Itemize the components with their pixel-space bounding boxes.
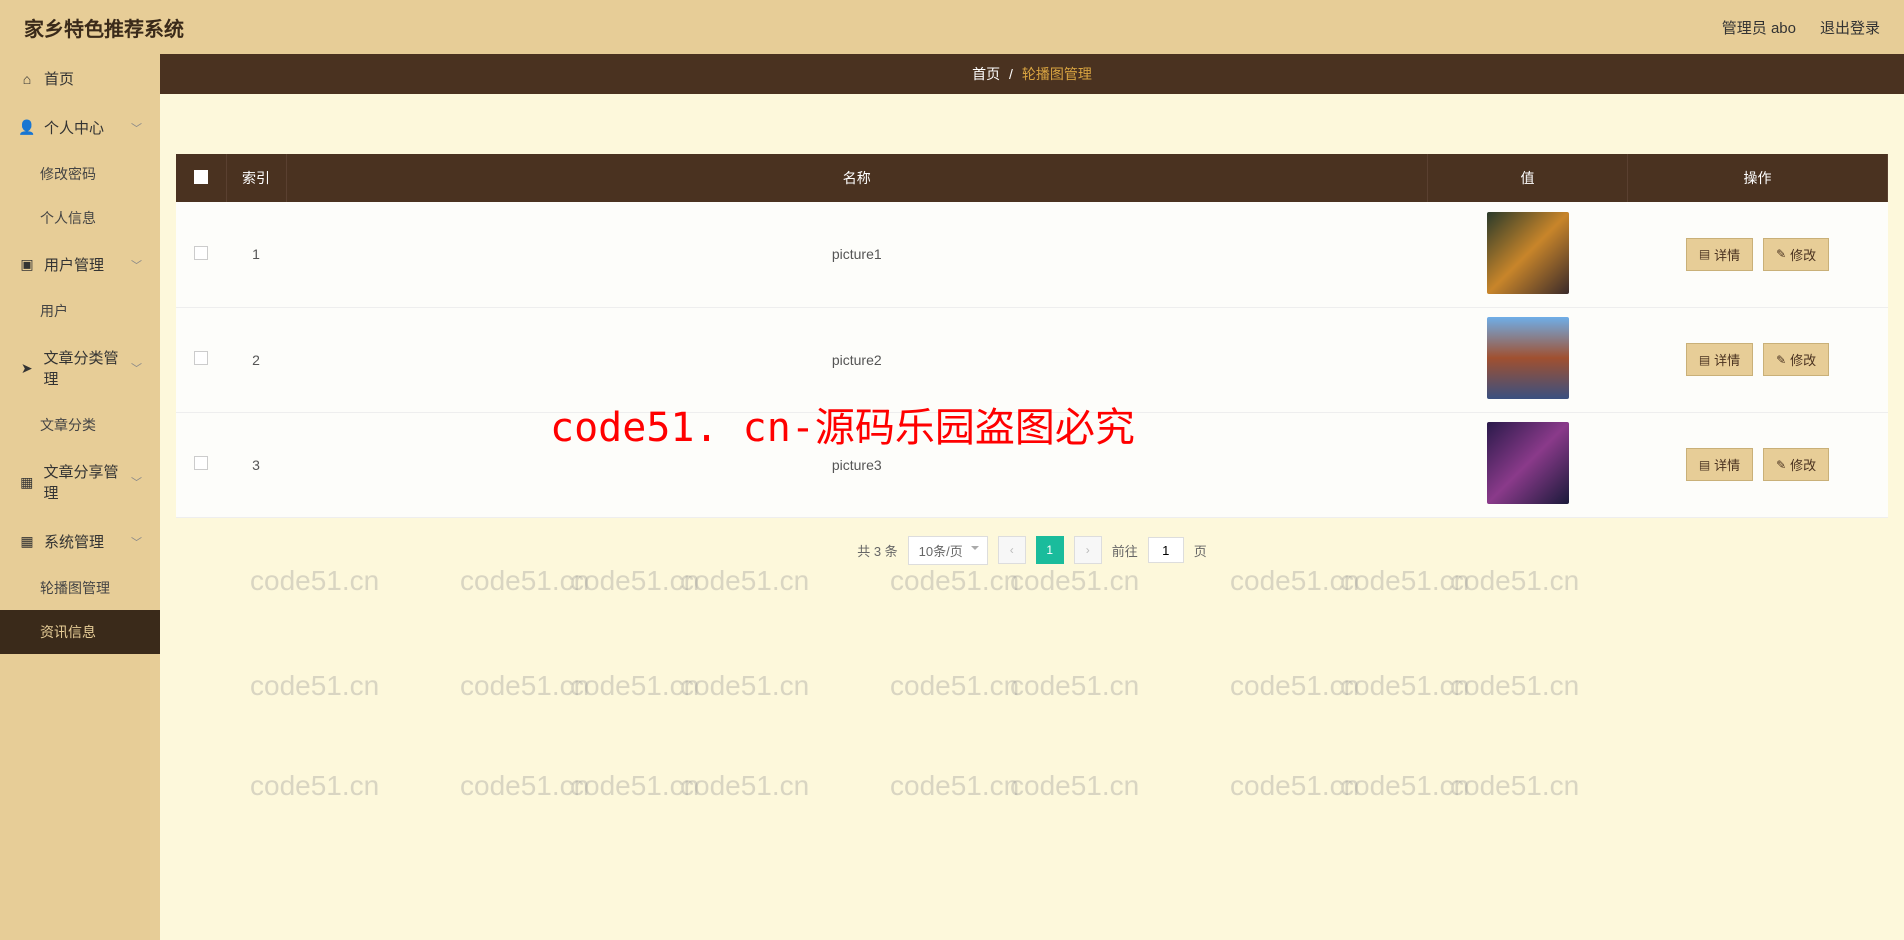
cell-index: 3 (226, 412, 286, 517)
next-page-button[interactable]: › (1074, 536, 1102, 564)
main-content: 首页 / 轮播图管理 索引 名称 值 操作 1 picture1 (160, 54, 1904, 940)
sidebar-item-label: 文章分享管理 (44, 461, 132, 503)
sidebar-sub-item[interactable]: 个人信息 (0, 196, 160, 240)
detail-button[interactable]: ▤详情 (1686, 343, 1753, 376)
chevron-down-icon: ﹀ (131, 120, 142, 136)
edit-icon: ✎ (1776, 353, 1786, 367)
breadcrumb-current: 轮播图管理 (1022, 66, 1092, 82)
user-icon: 👤 (18, 119, 36, 136)
sidebar-sub-item[interactable]: 轮播图管理 (0, 566, 160, 610)
sidebar-item-label: 首页 (44, 68, 74, 89)
chevron-down-icon: ﹀ (131, 257, 142, 273)
table-row: 3 picture3 ▤详情 ✎修改 (176, 412, 1888, 517)
image-thumbnail[interactable] (1487, 422, 1569, 504)
logout-link[interactable]: 退出登录 (1820, 17, 1880, 38)
app-title: 家乡特色推荐系统 (24, 13, 184, 42)
prev-page-button[interactable]: ‹ (998, 536, 1026, 564)
edit-button[interactable]: ✎修改 (1763, 238, 1829, 271)
sidebar: ⌂首页👤个人中心﹀修改密码个人信息▣用户管理﹀用户➤文章分类管理﹀文章分类▦文章… (0, 54, 160, 940)
table-row: 2 picture2 ▤详情 ✎修改 (176, 307, 1888, 412)
col-value: 值 (1428, 154, 1628, 202)
sidebar-item-label: 用户管理 (44, 254, 104, 275)
sidebar-item-label: 文章分类管理 (44, 347, 132, 389)
sidebar-sub-item[interactable]: 文章分类 (0, 403, 160, 447)
image-thumbnail[interactable] (1487, 212, 1569, 294)
detail-icon: ▤ (1699, 458, 1710, 472)
goto-prefix: 前往 (1112, 541, 1138, 560)
col-name: 名称 (286, 154, 1428, 202)
breadcrumb-sep: / (1009, 66, 1013, 82)
goto-page-input[interactable] (1148, 537, 1184, 563)
send-icon: ➤ (18, 360, 36, 377)
image-thumbnail[interactable] (1487, 317, 1569, 399)
cell-name: picture3 (286, 412, 1428, 517)
page-size-select[interactable]: 10条/页 (908, 536, 988, 565)
cell-index: 2 (226, 307, 286, 412)
detail-icon: ▤ (1699, 247, 1710, 261)
sidebar-sub-item[interactable]: 用户 (0, 289, 160, 333)
sidebar-item-label: 系统管理 (44, 531, 104, 552)
cell-index: 1 (226, 202, 286, 307)
cell-name: picture2 (286, 307, 1428, 412)
sidebar-item[interactable]: ⌂ 首页 (0, 54, 160, 103)
chevron-down-icon: ﹀ (131, 360, 142, 376)
sidebar-item[interactable]: ▦ 文章分享管理﹀ (0, 447, 160, 517)
detail-button[interactable]: ▤详情 (1686, 238, 1753, 271)
grid-icon: ▦ (18, 533, 36, 550)
select-all-checkbox[interactable] (194, 170, 208, 184)
sidebar-item[interactable]: ➤ 文章分类管理﹀ (0, 333, 160, 403)
pagination-total: 共 3 条 (857, 541, 897, 560)
chevron-down-icon: ﹀ (131, 474, 142, 490)
sidebar-item[interactable]: ▦ 系统管理 ﹀ (0, 517, 160, 566)
top-bar: 家乡特色推荐系统 管理员 abo 退出登录 (0, 0, 1904, 54)
row-checkbox[interactable] (194, 246, 208, 260)
col-action: 操作 (1628, 154, 1888, 202)
sidebar-item-label: 个人中心 (44, 117, 104, 138)
edit-icon: ✎ (1776, 458, 1786, 472)
edit-button[interactable]: ✎修改 (1763, 448, 1829, 481)
edit-icon: ✎ (1776, 247, 1786, 261)
goto-suffix: 页 (1194, 541, 1207, 560)
grid-icon: ▦ (18, 474, 36, 491)
chevron-down-icon: ﹀ (131, 534, 142, 550)
pagination: 共 3 条 10条/页 ‹ 1 › 前往 页 (176, 518, 1888, 583)
detail-icon: ▤ (1699, 353, 1710, 367)
admin-label[interactable]: 管理员 abo (1722, 17, 1796, 38)
table-row: 1 picture1 ▤详情 ✎修改 (176, 202, 1888, 307)
sidebar-item[interactable]: 👤 个人中心 ﹀ (0, 103, 160, 152)
sidebar-item[interactable]: ▣ 用户管理 ﹀ (0, 240, 160, 289)
sidebar-sub-item[interactable]: 资讯信息 (0, 610, 160, 654)
data-table: 索引 名称 值 操作 1 picture1 ▤详情 ✎修改 2 picture2… (176, 154, 1888, 518)
edit-button[interactable]: ✎修改 (1763, 343, 1829, 376)
page-1-button[interactable]: 1 (1036, 536, 1064, 564)
cell-name: picture1 (286, 202, 1428, 307)
users-icon: ▣ (18, 256, 36, 273)
breadcrumb-home[interactable]: 首页 (972, 66, 1000, 82)
sidebar-sub-item[interactable]: 修改密码 (0, 152, 160, 196)
col-index: 索引 (226, 154, 286, 202)
home-icon: ⌂ (18, 71, 36, 87)
row-checkbox[interactable] (194, 351, 208, 365)
row-checkbox[interactable] (194, 456, 208, 470)
detail-button[interactable]: ▤详情 (1686, 448, 1753, 481)
breadcrumb: 首页 / 轮播图管理 (160, 54, 1904, 94)
